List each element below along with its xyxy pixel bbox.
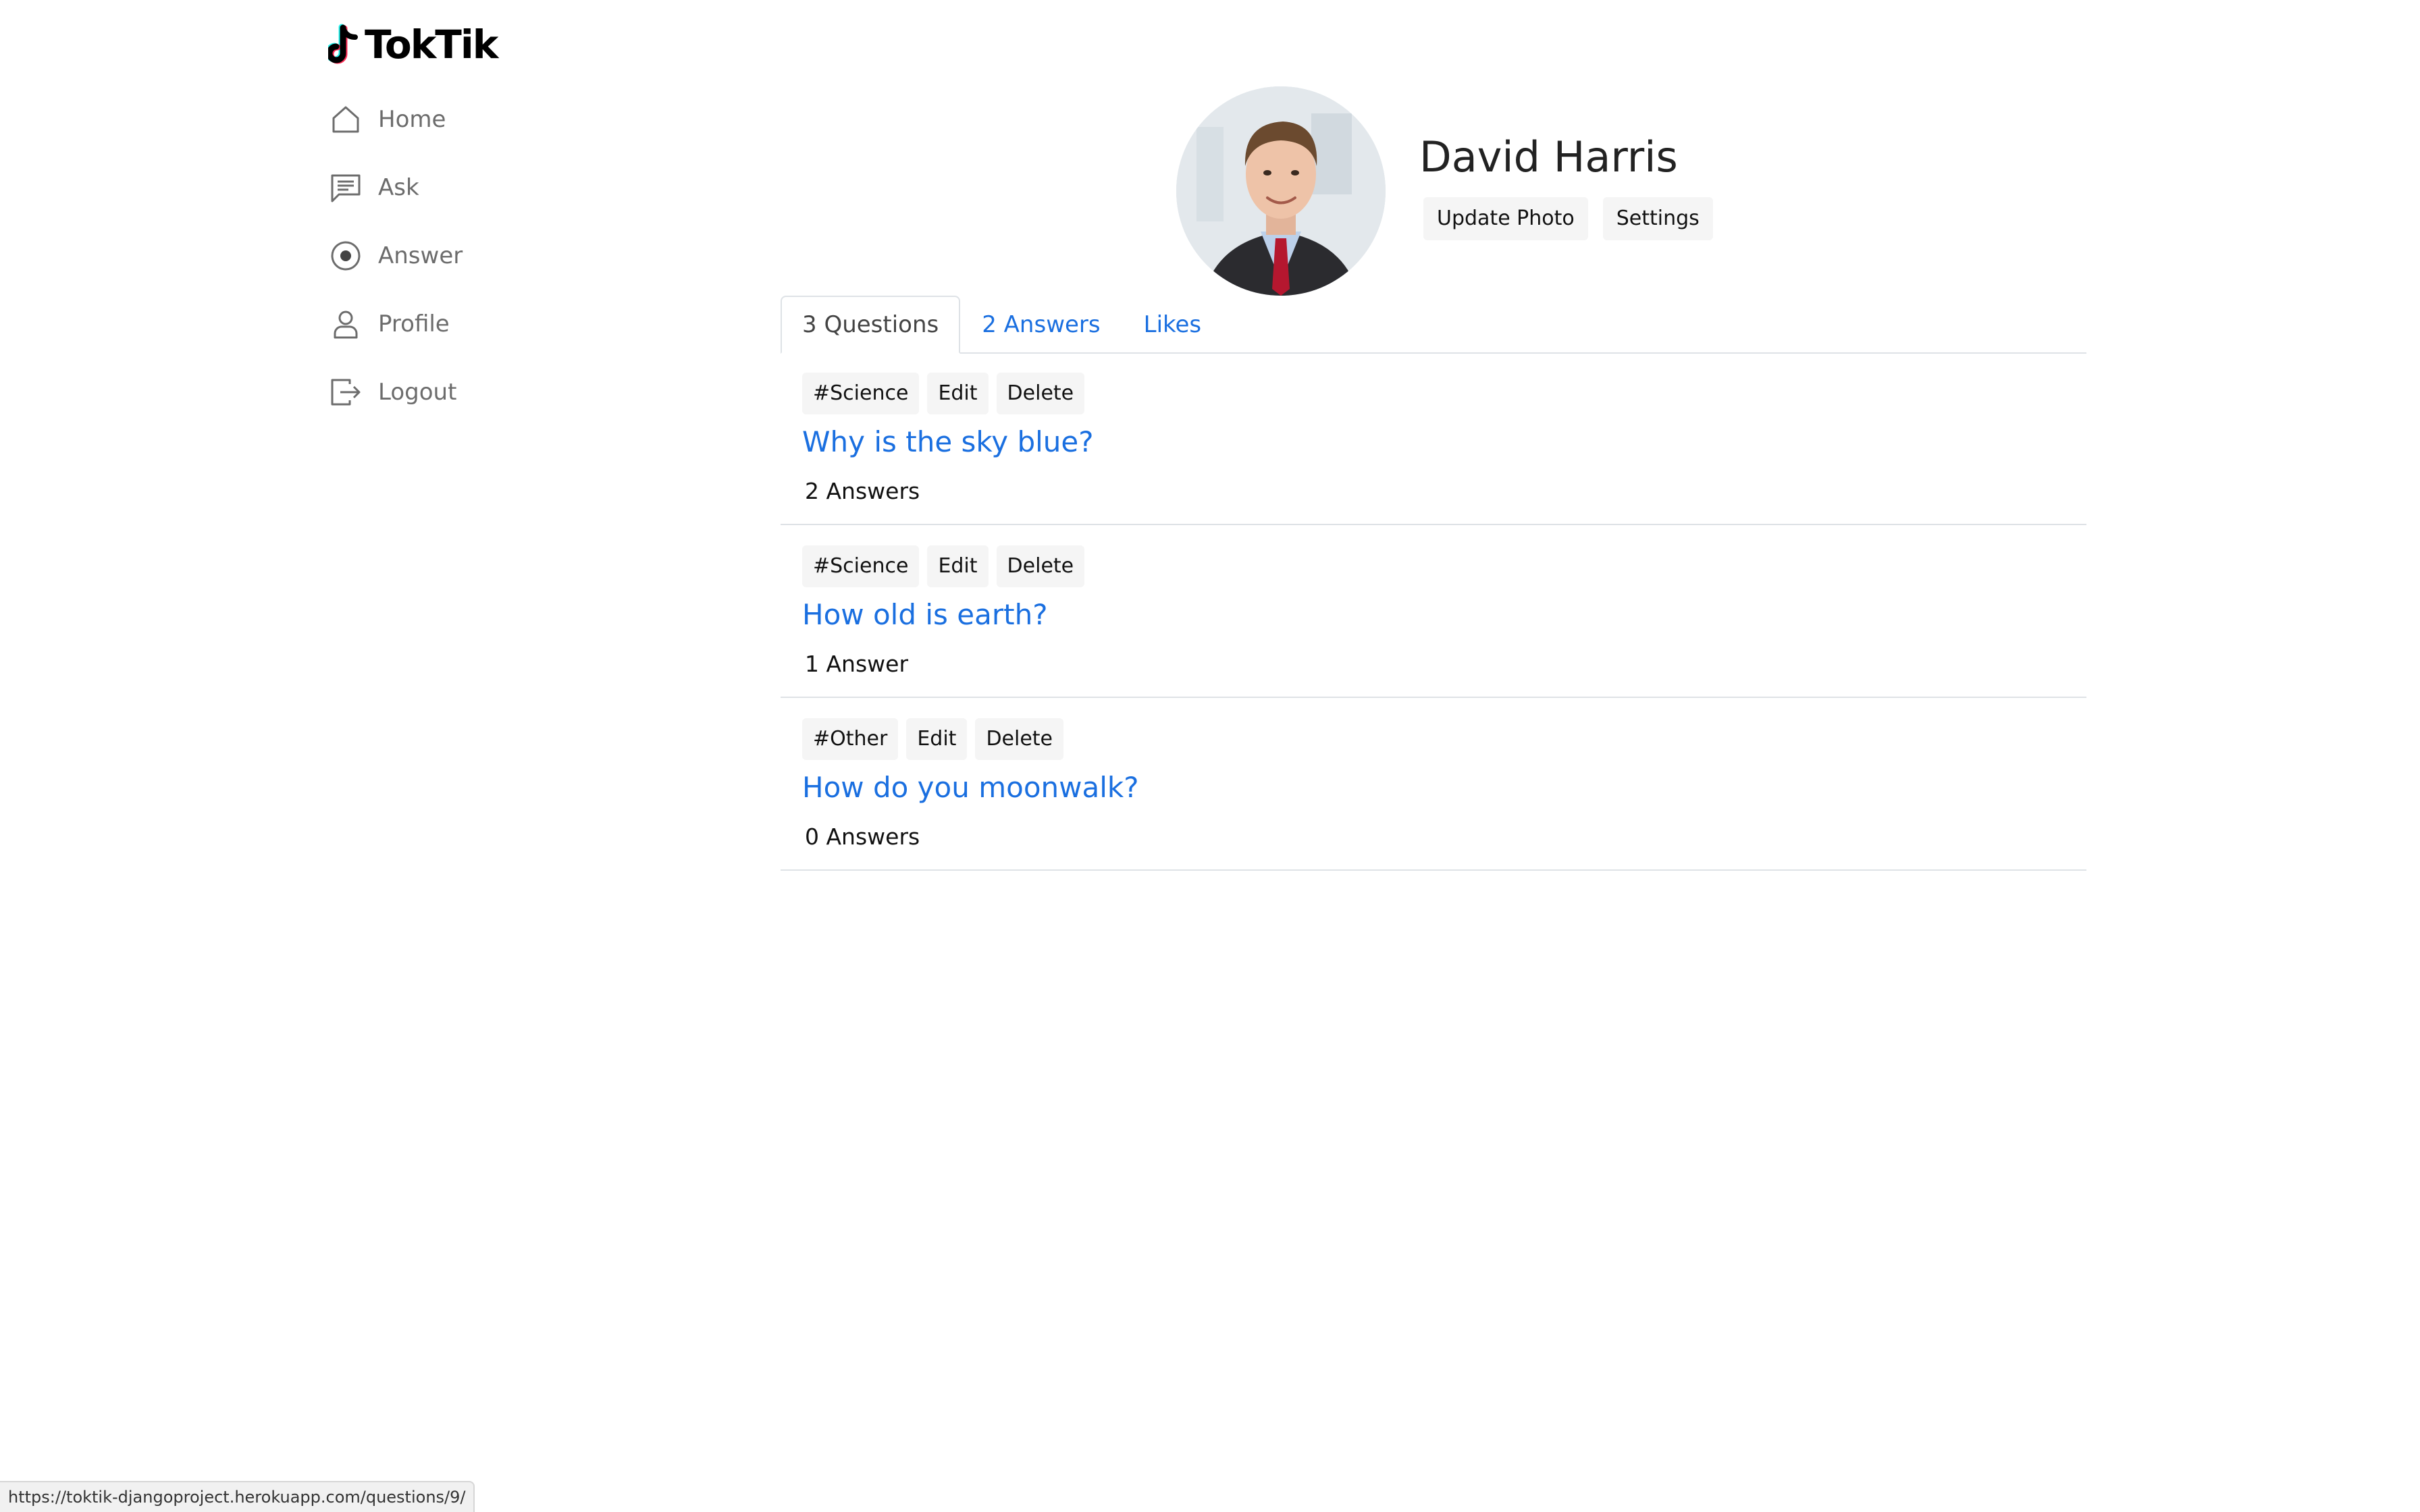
questions-list: #Science Edit Delete Why is the sky blue… <box>781 352 2086 871</box>
question-title-link[interactable]: How old is earth? <box>802 598 1047 631</box>
home-icon <box>328 102 363 137</box>
update-photo-button[interactable]: Update Photo <box>1423 197 1588 240</box>
tag-badge[interactable]: #Science <box>802 545 920 587</box>
tag-badge[interactable]: #Science <box>802 373 920 414</box>
avatar <box>1176 86 1386 296</box>
delete-button[interactable]: Delete <box>996 373 1085 414</box>
chat-icon <box>328 170 363 205</box>
question-title-link[interactable]: How do you moonwalk? <box>802 771 1139 804</box>
answer-count: 2 Answers <box>805 478 920 504</box>
list-item: #Science Edit Delete Why is the sky blue… <box>781 352 2086 525</box>
brand-logo[interactable]: TokTik <box>328 20 498 69</box>
sidebar-item-profile[interactable]: Profile <box>328 304 463 344</box>
profile-actions: Update Photo Settings <box>1423 197 1728 240</box>
sidebar-item-label: Logout <box>378 379 457 406</box>
status-bar-url: https://toktik-djangoproject.herokuapp.c… <box>0 1481 475 1512</box>
question-actions: #Science Edit Delete <box>802 373 1093 414</box>
delete-button[interactable]: Delete <box>996 545 1085 587</box>
sidebar-item-label: Home <box>378 106 446 133</box>
sidebar-nav: Home Ask Answer Profile Logout <box>328 100 463 441</box>
sidebar-item-label: Ask <box>378 174 419 201</box>
profile-tabs: 3 Questions 2 Answers Likes <box>781 296 2086 354</box>
sidebar-item-home[interactable]: Home <box>328 100 463 139</box>
logout-icon <box>328 375 363 410</box>
delete-button[interactable]: Delete <box>975 718 1064 760</box>
toktik-logo-icon <box>328 24 358 64</box>
tag-badge[interactable]: #Other <box>802 718 899 760</box>
profile-name: David Harris <box>1419 132 1678 182</box>
tab-questions[interactable]: 3 Questions <box>781 296 961 354</box>
sidebar-item-ask[interactable]: Ask <box>328 168 463 207</box>
brand-name: TokTik <box>365 22 498 68</box>
sidebar-item-answer[interactable]: Answer <box>328 236 463 275</box>
question-actions: #Other Edit Delete <box>802 718 1072 760</box>
answer-count: 0 Answers <box>805 824 920 850</box>
sidebar-item-logout[interactable]: Logout <box>328 373 463 412</box>
list-item: #Science Edit Delete How old is earth? 1… <box>781 525 2086 698</box>
sidebar-item-label: Answer <box>378 242 463 269</box>
question-title-link[interactable]: Why is the sky blue? <box>802 425 1094 458</box>
sidebar-item-label: Profile <box>378 310 450 338</box>
tab-answers[interactable]: 2 Answers <box>960 297 1122 352</box>
record-icon <box>328 238 363 273</box>
edit-button[interactable]: Edit <box>927 545 989 587</box>
edit-button[interactable]: Edit <box>906 718 968 760</box>
tab-likes[interactable]: Likes <box>1122 297 1224 352</box>
list-item: #Other Edit Delete How do you moonwalk? … <box>781 698 2086 871</box>
answer-count: 1 Answer <box>805 651 909 677</box>
question-actions: #Science Edit Delete <box>802 545 1093 587</box>
settings-button[interactable]: Settings <box>1602 197 1713 240</box>
person-icon <box>328 306 363 342</box>
edit-button[interactable]: Edit <box>927 373 989 414</box>
page: TokTik Home Ask Answer Profile Logout Da… <box>0 0 2420 1512</box>
